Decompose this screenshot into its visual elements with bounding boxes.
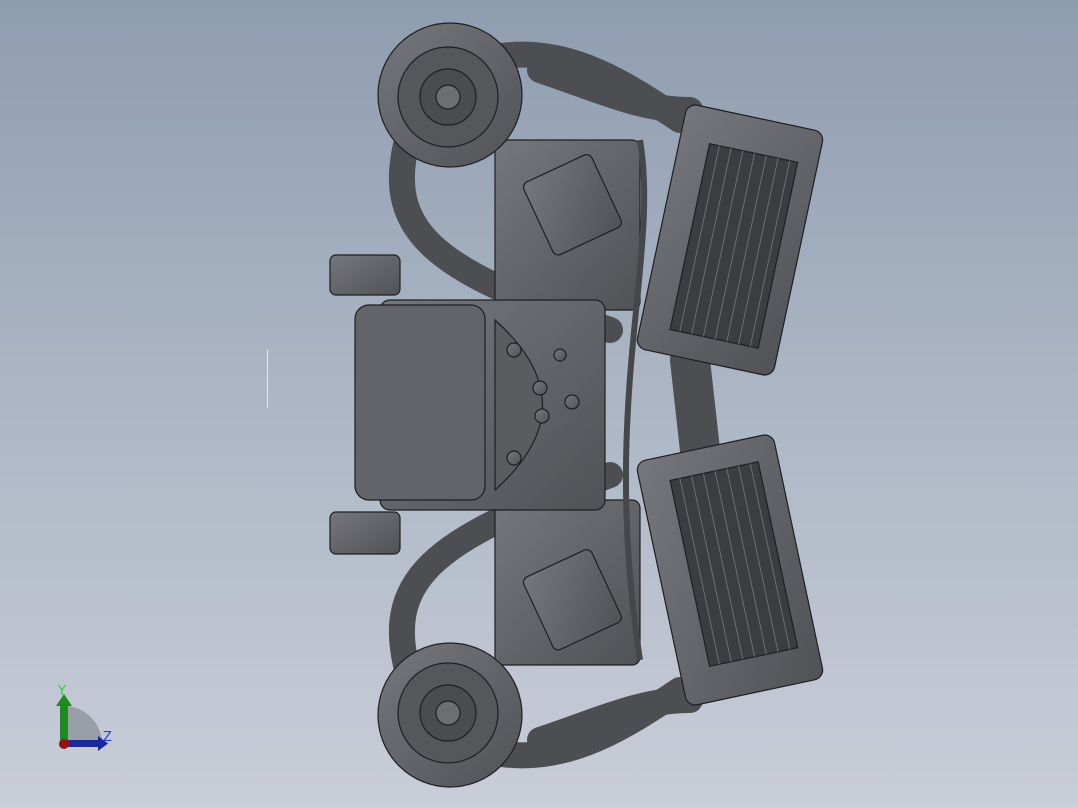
x-axis-dot [59,739,69,749]
intercooler-upper [636,104,824,376]
intercooler-lower [636,434,824,706]
fitting-upper [329,254,401,296]
z-axis-label: Z [103,730,112,745]
turbocharger-lower [377,642,523,788]
engine-block [354,299,606,511]
fitting-lower [329,511,401,555]
orientation-triad: Y Z [48,684,128,754]
y-axis-arrow [60,702,68,744]
z-axis-arrow [64,740,100,747]
cursor-line [267,350,268,408]
y-axis-label: Y [58,684,66,699]
triad-quadrant [64,706,102,744]
model-viewport[interactable] [0,0,1078,808]
cylinder-head-lower [494,499,641,666]
cylinder-head-upper [494,139,641,311]
turbocharger-upper [377,22,523,168]
